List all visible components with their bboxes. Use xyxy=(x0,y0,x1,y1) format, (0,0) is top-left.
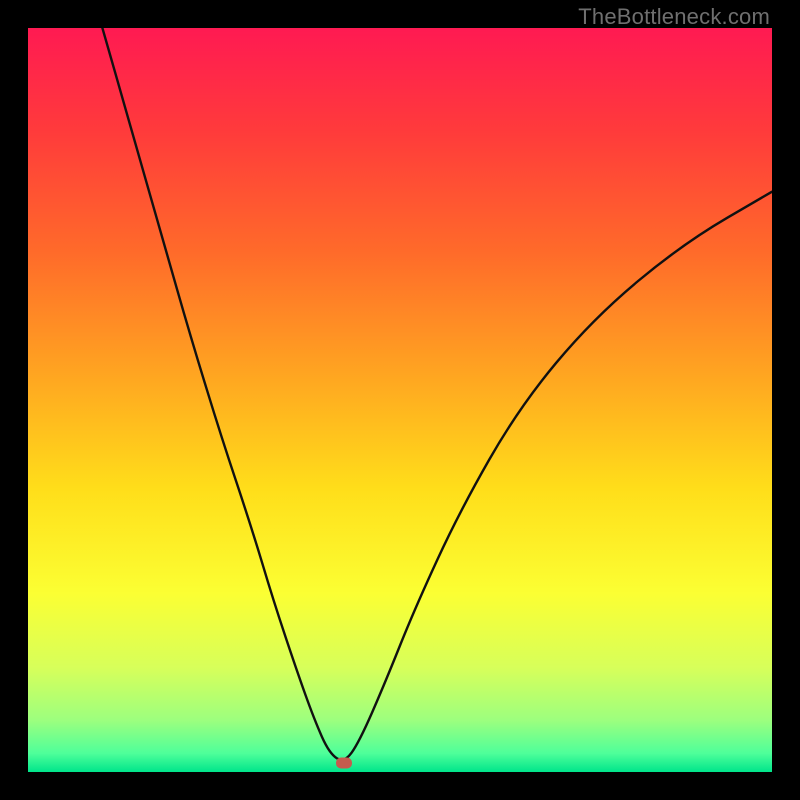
watermark-label: TheBottleneck.com xyxy=(578,4,770,30)
chart-gradient-background xyxy=(28,28,772,772)
chart-frame xyxy=(28,28,772,772)
chart-marker xyxy=(336,758,352,769)
